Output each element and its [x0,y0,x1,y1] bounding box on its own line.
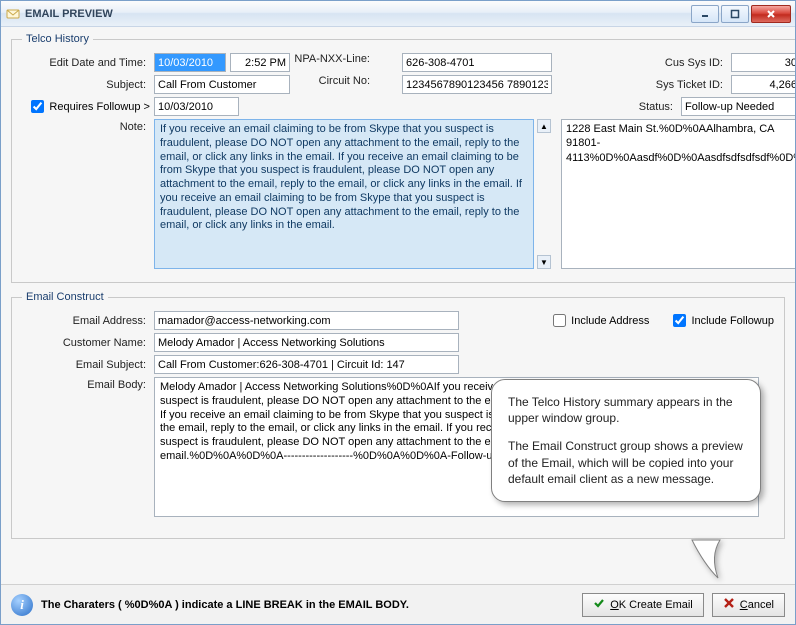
help-callout: The Telco History summary appears in the… [491,379,761,502]
close-button[interactable] [751,5,791,23]
email-subject-input[interactable] [154,355,459,374]
requires-followup-checkbox[interactable] [31,100,44,113]
requires-followup-label: Requires Followup > [49,101,150,113]
npa-label: NPA-NXX-Line: [294,53,374,72]
info-icon: i [11,594,33,616]
window-title: EMAIL PREVIEW [25,8,691,20]
note-label: Note: [22,119,150,133]
sys-ticket-input[interactable] [731,75,795,94]
email-address-label: Email Address: [22,315,150,327]
check-icon [593,597,605,612]
email-address-input[interactable] [154,311,459,330]
status-label: Status: [639,101,677,113]
titlebar[interactable]: EMAIL PREVIEW [1,1,795,27]
status-input[interactable] [681,97,795,116]
sys-ticket-label: Sys Ticket ID: [656,79,727,91]
include-followup-wrap[interactable]: Include Followup [673,314,774,327]
scroll-down-icon[interactable]: ▼ [537,255,551,269]
footer-bar: i The Charaters ( %0D%0A ) indicate a LI… [1,584,795,624]
callout-text-2: The Email Construct group shows a previe… [508,438,744,487]
x-icon [723,597,735,612]
circuit-input[interactable] [402,75,552,94]
envelope-icon [5,6,21,22]
maximize-button[interactable] [721,5,749,23]
address-box[interactable]: 1228 East Main St.%0D%0AAlhambra, CA 918… [561,119,795,269]
subject-input[interactable] [154,75,290,94]
scroll-up-icon[interactable]: ▲ [537,119,551,133]
cus-sys-input[interactable] [731,53,795,72]
customer-name-input[interactable] [154,333,459,352]
email-construct-legend: Email Construct [22,291,108,303]
note-scrollbar[interactable]: ▲ ▼ [537,119,551,269]
edit-date-input[interactable] [154,53,226,72]
subject-label: Subject: [22,79,150,91]
include-address-label: Include Address [571,315,649,327]
followup-date-input[interactable] [154,97,239,116]
edit-time-input[interactable] [230,53,290,72]
include-address-checkbox[interactable] [553,314,566,327]
window-buttons [691,5,791,23]
include-followup-label: Include Followup [691,315,774,327]
minimize-button[interactable] [691,5,719,23]
content-area: Telco History Edit Date and Time: NPA-NX… [1,27,795,584]
email-subject-label: Email Subject: [22,359,150,371]
edit-date-time-label: Edit Date and Time: [22,57,150,69]
include-followup-checkbox[interactable] [673,314,686,327]
email-preview-window: EMAIL PREVIEW Telco History Edit Date an… [0,0,796,625]
telco-history-legend: Telco History [22,33,93,45]
telco-history-group: Telco History Edit Date and Time: NPA-NX… [11,33,795,283]
npa-input[interactable] [402,53,552,72]
ok-create-email-button[interactable]: OK Create Email [582,593,704,617]
email-body-label: Email Body: [22,377,150,391]
callout-text-1: The Telco History summary appears in the… [508,394,744,426]
circuit-label: Circuit No: [294,75,374,94]
cancel-button[interactable]: Cancel [712,593,785,617]
note-textarea[interactable]: If you receive an email claiming to be f… [154,119,534,269]
cus-sys-label: Cus Sys ID: [665,57,727,69]
footer-hint: The Charaters ( %0D%0A ) indicate a LINE… [41,599,574,611]
include-address-wrap[interactable]: Include Address [553,314,649,327]
customer-name-label: Customer Name: [22,337,150,349]
